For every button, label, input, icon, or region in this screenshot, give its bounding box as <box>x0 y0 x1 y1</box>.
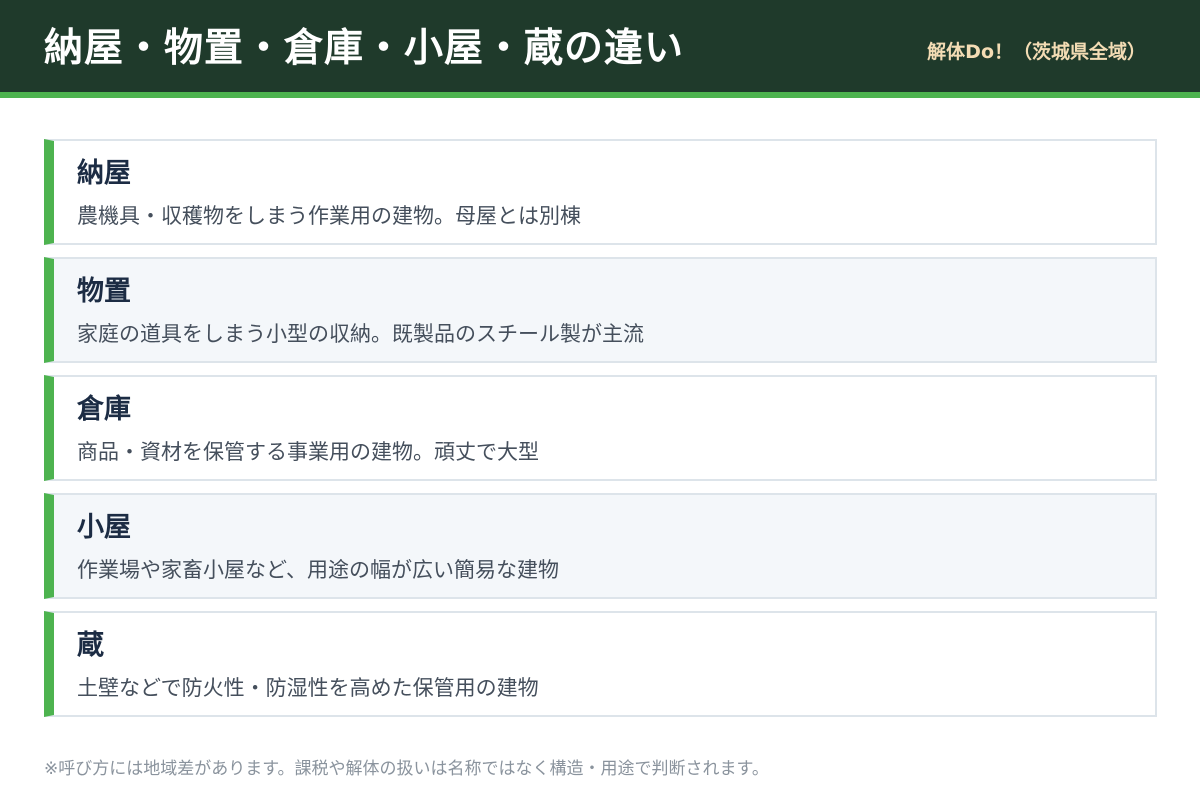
header: 納屋・物置・倉庫・小屋・蔵の違い 解体Do！（茨城県全域） <box>0 0 1200 92</box>
card-souko: 倉庫 商品・資材を保管する事業用の建物。頑丈で大型 <box>44 375 1157 481</box>
card-title: 小屋 <box>77 512 131 543</box>
card-kura: 蔵 土壁などで防火性・防湿性を高めた保管用の建物 <box>44 611 1157 717</box>
card-monooki: 物置 家庭の道具をしまう小型の収納。既製品のスチール製が主流 <box>44 257 1157 363</box>
header-accent-bar <box>0 92 1200 98</box>
card-title: 納屋 <box>77 158 131 189</box>
brand-label: 解体Do！（茨城県全域） <box>927 41 1146 63</box>
card-title: 物置 <box>77 276 131 307</box>
card-title: 倉庫 <box>77 394 131 425</box>
card-koya: 小屋 作業場や家畜小屋など、用途の幅が広い簡易な建物 <box>44 493 1157 599</box>
card-description: 商品・資材を保管する事業用の建物。頑丈で大型 <box>77 440 539 464</box>
card-description: 土壁などで防火性・防湿性を高めた保管用の建物 <box>77 676 539 700</box>
comparison-list: 納屋 農機具・収穫物をしまう作業用の建物。母屋とは別棟 物置 家庭の道具をしまう… <box>44 139 1157 729</box>
card-description: 家庭の道具をしまう小型の収納。既製品のスチール製が主流 <box>77 322 644 346</box>
card-description: 農機具・収穫物をしまう作業用の建物。母屋とは別棟 <box>77 204 581 228</box>
page-title: 納屋・物置・倉庫・小屋・蔵の違い <box>44 26 685 71</box>
card-title: 蔵 <box>77 630 104 661</box>
footnote: ※呼び方には地域差があります。課税や解体の扱いは名称ではなく構造・用途で判断され… <box>44 759 769 779</box>
card-description: 作業場や家畜小屋など、用途の幅が広い簡易な建物 <box>77 558 559 582</box>
card-naya: 納屋 農機具・収穫物をしまう作業用の建物。母屋とは別棟 <box>44 139 1157 245</box>
